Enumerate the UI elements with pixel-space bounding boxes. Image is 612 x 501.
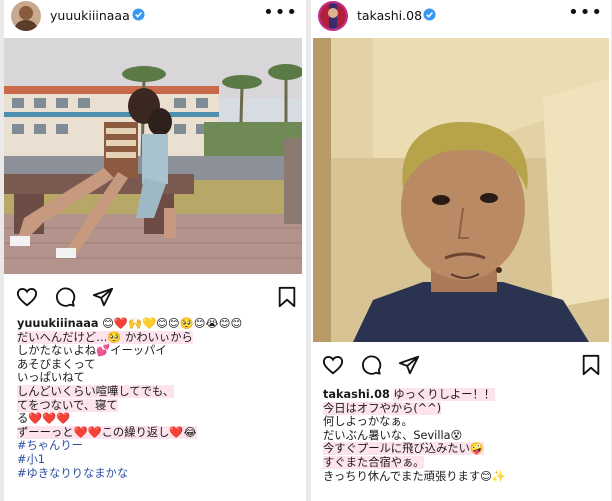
bookmark-icon[interactable] xyxy=(581,354,601,376)
post-yuuukiiinaaa: yuuukiiinaaa ••• yuuukiiinaaa 😊❤️🙌💛😊😊🥺😊😭… xyxy=(4,0,306,501)
heart-icon[interactable] xyxy=(16,286,38,308)
caption-line-8: る❤️❤️❤️ xyxy=(17,412,71,426)
caption-line-5: 今すぐプールに飛び込みたい🤪 xyxy=(323,442,484,456)
heart-icon[interactable] xyxy=(322,354,344,376)
verified-badge-icon xyxy=(423,8,436,21)
caption-line-2: だいへんだけど…🥺 かわいぃから xyxy=(17,330,193,344)
caption-line-3: 何しよっかなぁ。 xyxy=(323,415,413,429)
caption-line-1: takashi.08 ゆっくりしよー！！ xyxy=(323,388,496,401)
caption-line-2: 今日はオフやから(^^) xyxy=(323,401,442,415)
caption-line-6: しんどいくらい喧嘩してでも、 xyxy=(17,384,175,398)
caption-line-7: きっちり休んでまた頑張ります😊✨ xyxy=(323,469,506,483)
comment-icon[interactable] xyxy=(54,286,76,308)
more-options-icon[interactable]: ••• xyxy=(263,2,298,23)
verified-badge-icon xyxy=(132,8,145,21)
post-photo[interactable] xyxy=(313,38,609,342)
caption-username[interactable]: yuuukiiinaaa xyxy=(17,317,99,330)
caption-line-4: だいぶん暑いな、Sevilla😵 xyxy=(323,428,463,442)
caption-line-1: yuuukiiinaaa 😊❤️🙌💛😊😊🥺😊😭😊😊 xyxy=(17,317,243,330)
hashtag[interactable]: #ちゃんりー xyxy=(17,439,242,453)
action-bar xyxy=(311,352,611,380)
comment-icon[interactable] xyxy=(360,354,382,376)
hashtag[interactable]: #ゆきなりりなまかな xyxy=(17,467,242,481)
post-header: takashi.08 ••• xyxy=(311,0,611,34)
caption-line-5: いっぱいねて xyxy=(17,371,85,385)
action-bar xyxy=(4,284,306,312)
share-icon[interactable] xyxy=(92,286,114,308)
caption-username[interactable]: takashi.08 xyxy=(323,388,390,401)
hashtag[interactable]: #小1 xyxy=(17,453,242,467)
avatar[interactable] xyxy=(318,1,348,31)
post-caption: takashi.08 ゆっくりしよー！！ 今日はオフやから(^^) 何しよっかな… xyxy=(323,388,506,483)
bookmark-icon[interactable] xyxy=(277,286,297,308)
username[interactable]: yuuukiiinaaa xyxy=(50,8,130,23)
caption-line-3: しかたなぃよね💕イーッパイ xyxy=(17,344,167,358)
avatar[interactable] xyxy=(11,1,41,31)
post-photo[interactable] xyxy=(4,38,302,274)
post-caption: yuuukiiinaaa 😊❤️🙌💛😊😊🥺😊😭😊😊 だいへんだけど…🥺 かわいぃ… xyxy=(17,317,242,480)
caption-line-4: あそびまくって xyxy=(17,357,96,371)
caption-line-7: てをつないで、寝て xyxy=(17,398,118,412)
caption-line-9: ずーーっと❤️❤️この繰り返し❤️😂 xyxy=(17,425,197,439)
more-options-icon[interactable]: ••• xyxy=(568,2,603,23)
caption-line-6: すぐまた合宿やぁ。 xyxy=(323,455,425,469)
share-icon[interactable] xyxy=(398,354,420,376)
username[interactable]: takashi.08 xyxy=(357,8,422,23)
post-header: yuuukiiinaaa ••• xyxy=(4,0,306,34)
post-takashi: takashi.08 ••• takashi.08 ゆっくりしよー！！ 今日はオ… xyxy=(311,0,611,501)
